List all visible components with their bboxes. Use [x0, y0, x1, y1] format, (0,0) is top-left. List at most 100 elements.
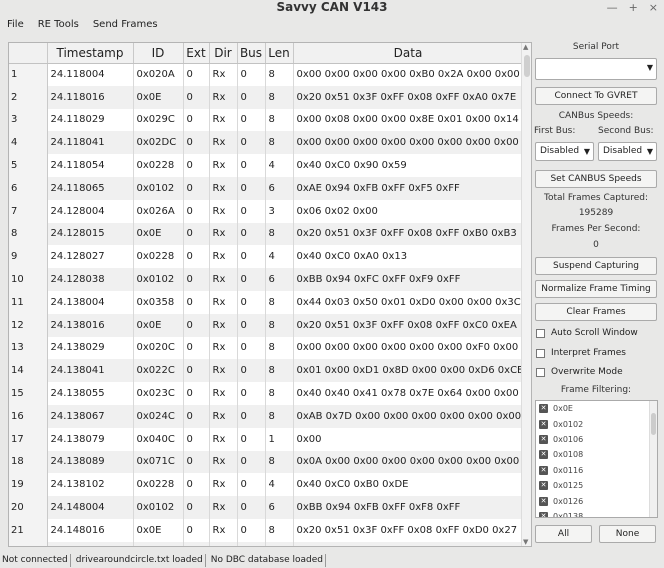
filter-item[interactable]: ✕ 0x0106: [536, 432, 657, 447]
table-row[interactable]: 8 24.128015 0x0E 0 Rx 0 8 0x20 0x51 0x3F 0xFF 0…: [9, 222, 524, 246]
menu-send-frames[interactable]: Send Frames: [86, 16, 165, 34]
scroll-down-icon[interactable]: ▼: [523, 538, 528, 546]
auto-scroll-checkbox[interactable]: Auto Scroll Window: [536, 328, 638, 338]
filter-item[interactable]: ✕ 0x0126: [536, 493, 657, 508]
timestamp-cell: 24.118065: [47, 176, 134, 200]
interpret-checkbox[interactable]: Interpret Frames: [536, 348, 626, 358]
table-row[interactable]: 1 24.118004 0x020A 0 Rx 0 8 0x00 0x00 0x00 0x00…: [9, 63, 524, 86]
filter-item[interactable]: ✕ 0x0102: [536, 416, 657, 431]
len-cell: 4: [265, 154, 294, 177]
timestamp-cell: 24.128004: [47, 199, 134, 223]
data-cell: 0xBB 0x94 0xFB 0xFF 0xF8 0xFF: [293, 496, 524, 519]
column-header-bus[interactable]: Bus: [237, 43, 266, 64]
table-row[interactable]: 13 24.138029 0x020C 0 Rx 0 8 0x00 0x00 0x00 0x0…: [9, 336, 524, 360]
table-row[interactable]: 17 24.138079 0x040C 0 Rx 0 1 0x00: [9, 427, 524, 451]
filter-item[interactable]: ✕ 0x0E: [536, 401, 657, 416]
checked-checkbox-icon[interactable]: ✕: [539, 450, 548, 460]
column-header-len[interactable]: Len: [265, 43, 294, 64]
table-row[interactable]: 19 24.138102 0x0228 0 Rx 0 4 0x40 0xC0 0xB0 0xD…: [9, 473, 524, 497]
suspend-button[interactable]: Suspend Capturing: [535, 257, 657, 275]
checked-checkbox-icon[interactable]: ✕: [539, 434, 548, 444]
overwrite-checkbox[interactable]: Overwrite Mode: [536, 367, 623, 377]
data-cell: 0x00: [293, 427, 524, 451]
fps-label: Frames Per Second:: [551, 224, 641, 234]
second-bus-select[interactable]: Disabled ▼: [598, 142, 657, 161]
filter-scrollbar[interactable]: [649, 401, 657, 517]
scroll-thumb[interactable]: [651, 413, 656, 435]
table-row[interactable]: 3 24.118029 0x029C 0 Rx 0 8 0x00 0x08 0x00 0x00…: [9, 108, 524, 132]
filter-item[interactable]: ✕ 0x0108: [536, 447, 657, 462]
ext-cell: 0: [183, 518, 210, 542]
len-cell: 8: [265, 131, 294, 155]
table-scrollbar[interactable]: ▲ ▼: [521, 43, 531, 546]
scroll-thumb[interactable]: [524, 55, 530, 77]
dir-cell: Rx: [209, 63, 238, 86]
timestamp-cell: 24.118016: [47, 85, 134, 109]
fps-value: 0: [593, 240, 599, 250]
table-row[interactable]: 16 24.138067 0x024C 0 Rx 0 8 0xAB 0x7D 0x00 0x0…: [9, 404, 524, 428]
id-cell: 0x02DC: [133, 131, 184, 155]
len-cell: 8: [265, 404, 294, 428]
frames-table[interactable]: Timestamp ID Ext Dir Bus Len Data 1 24.11…: [8, 42, 532, 547]
checked-checkbox-icon[interactable]: ✕: [539, 419, 548, 429]
frame-filter-list[interactable]: ✕ 0x0E ✕ 0x0102 ✕ 0x0106 ✕ 0x0108 ✕ 0x0116 ✕ 0x0125…: [535, 400, 658, 518]
len-cell: 8: [265, 63, 294, 86]
normalize-button[interactable]: Normalize Frame Timing: [535, 280, 657, 298]
maximize-icon[interactable]: +: [629, 0, 638, 15]
timestamp-cell: 24.138016: [47, 313, 134, 337]
set-speeds-button[interactable]: Set CANBUS Speeds: [535, 170, 657, 188]
table-row[interactable]: 21 24.148016 0x0E 0 Rx 0 8 0x20 0x51 0x3F 0xFF …: [9, 518, 524, 542]
clear-frames-button[interactable]: Clear Frames: [535, 303, 657, 321]
first-bus-select[interactable]: Disabled ▼: [535, 142, 594, 161]
table-row[interactable]: 9 24.128027 0x0228 0 Rx 0 4 0x40 0xC0 0xA0 0x13: [9, 245, 524, 269]
data-cell: 0x40 0xC0 0xB0 0xDE: [293, 473, 524, 497]
filter-item[interactable]: ✕ 0x0116: [536, 463, 657, 478]
dir-cell: Rx: [209, 176, 238, 200]
column-header-id[interactable]: ID: [133, 43, 184, 64]
table-row[interactable]: 12 24.138016 0x0E 0 Rx 0 8 0x20 0x51 0x3F 0xFF …: [9, 313, 524, 337]
filter-item[interactable]: ✕ 0x0138: [536, 509, 657, 517]
column-header-timestamp[interactable]: Timestamp: [47, 43, 134, 64]
table-row[interactable]: 5 24.118054 0x0228 0 Rx 0 4 0x40 0xC0 0x90 0x59: [9, 154, 524, 177]
close-icon[interactable]: ×: [649, 0, 658, 15]
all-button[interactable]: All: [535, 525, 592, 543]
table-row[interactable]: 18 24.138089 0x071C 0 Rx 0 8 0x0A 0x00 0x00 0x0…: [9, 450, 524, 474]
table-row[interactable]: 15 24.138055 0x023C 0 Rx 0 8 0x40 0x40 0x41 0x7…: [9, 382, 524, 405]
table-row[interactable]: 2 24.118016 0x0E 0 Rx 0 8 0x20 0x51 0x3F 0xFF 0…: [9, 85, 524, 109]
checked-checkbox-icon[interactable]: ✕: [539, 496, 548, 506]
connect-button[interactable]: Connect To GVRET: [535, 87, 657, 105]
table-row[interactable]: 6 24.118065 0x0102 0 Rx 0 6 0xAE 0x94 0xFB 0xFF…: [9, 176, 524, 200]
table-row[interactable]: 20 24.148004 0x0102 0 Rx 0 6 0xBB 0x94 0xFB 0xF…: [9, 496, 524, 519]
ext-cell: 0: [183, 359, 210, 383]
checked-checkbox-icon[interactable]: ✕: [539, 481, 548, 491]
minimize-icon[interactable]: —: [607, 0, 618, 15]
bus-cell: 0: [237, 85, 266, 109]
serial-port-select[interactable]: ▼: [535, 58, 657, 80]
id-cell: 0x0228: [133, 154, 184, 177]
dir-cell: Rx: [209, 541, 238, 546]
dir-cell: Rx: [209, 450, 238, 474]
menu-file[interactable]: File: [0, 16, 31, 34]
column-header-ext[interactable]: Ext: [183, 43, 210, 64]
checked-checkbox-icon[interactable]: ✕: [539, 511, 548, 517]
table-row[interactable]: 4 24.118041 0x02DC 0 Rx 0 8 0x00 0x00 0x00 0x00…: [9, 131, 524, 155]
table-row[interactable]: 10 24.128038 0x0102 0 Rx 0 6 0xBB 0x94 0xFC 0xF…: [9, 268, 524, 291]
none-button[interactable]: None: [599, 525, 656, 543]
id-cell: 0x0102: [133, 176, 184, 200]
column-header-data[interactable]: Data: [293, 43, 524, 64]
row-number: 5: [9, 154, 48, 177]
table-row[interactable]: 14 24.138041 0x022C 0 Rx 0 8 0x01 0x00 0xD1 0x8…: [9, 359, 524, 383]
table-row[interactable]: 2224.1480280x05E80Rx060x00 0x00 0x00 0x0…: [9, 541, 524, 546]
table-row[interactable]: 11 24.138004 0x0358 0 Rx 0 8 0x44 0x03 0x50 0x0…: [9, 290, 524, 314]
id-cell: 0x020A: [133, 63, 184, 86]
frame-filtering-label: Frame Filtering:: [560, 385, 632, 395]
checked-checkbox-icon[interactable]: ✕: [539, 465, 548, 475]
scroll-up-icon[interactable]: ▲: [523, 43, 528, 51]
corner-header[interactable]: [9, 43, 48, 64]
filter-item[interactable]: ✕ 0x0125: [536, 478, 657, 493]
column-header-dir[interactable]: Dir: [209, 43, 238, 64]
checked-checkbox-icon[interactable]: ✕: [539, 404, 548, 414]
menu-re-tools[interactable]: RE Tools: [31, 16, 86, 34]
data-cell: 0x44 0x03 0x50 0x01 0xD0 0x00 0x00 0x3C: [293, 290, 524, 314]
table-row[interactable]: 7 24.128004 0x026A 0 Rx 0 3 0x06 0x02 0x00: [9, 199, 524, 223]
